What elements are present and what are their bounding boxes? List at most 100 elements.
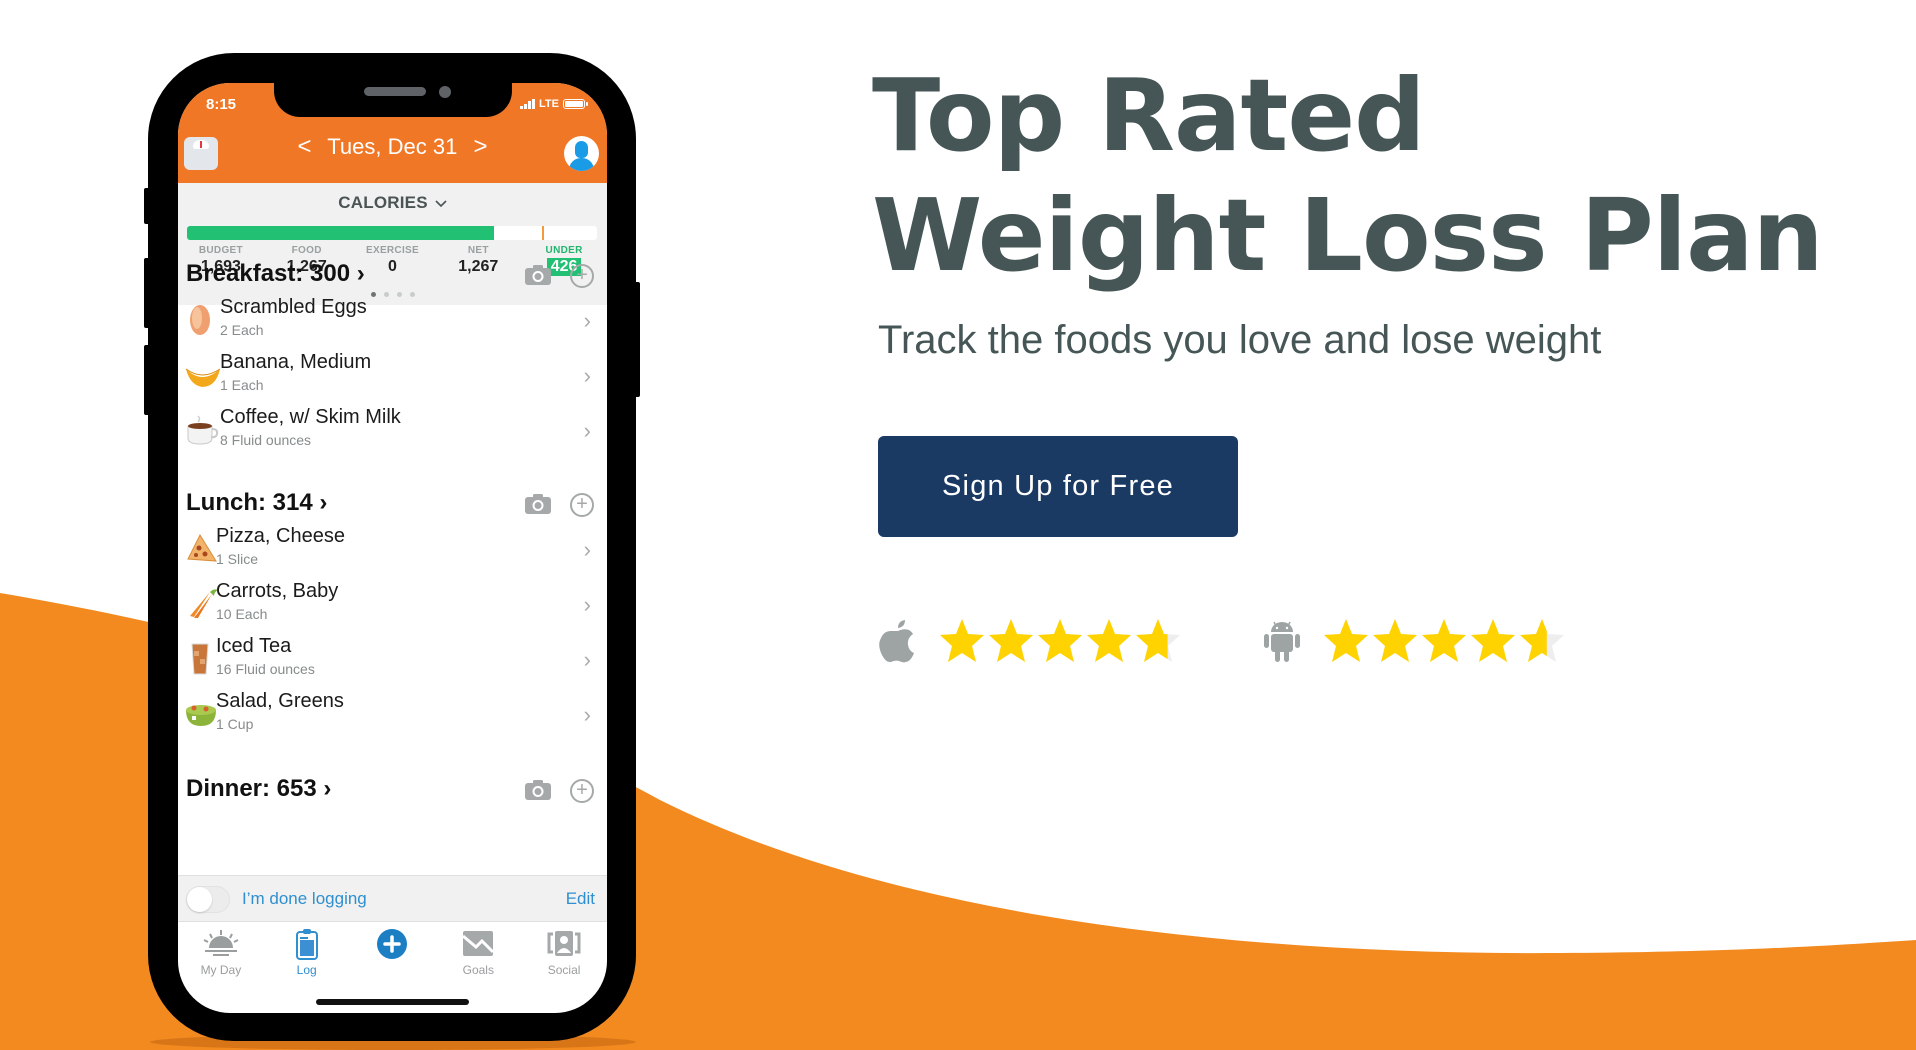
- sign-up-button[interactable]: Sign Up for Free: [878, 436, 1238, 537]
- banana-icon: [185, 368, 221, 387]
- tab-label: My Day: [200, 963, 242, 977]
- food-item[interactable]: Scrambled Eggs 2 Each ›: [178, 294, 607, 349]
- star-icon: [940, 619, 984, 662]
- tab-add[interactable]: [350, 922, 436, 992]
- add-food-icon[interactable]: +: [570, 779, 594, 803]
- camera-icon[interactable]: [524, 779, 552, 801]
- food-name: Iced Tea: [216, 635, 292, 657]
- meal-title-text: Dinner: 653: [186, 775, 317, 802]
- current-date[interactable]: Tues, Dec 31: [327, 134, 457, 159]
- chevron-right-icon: ›: [583, 537, 591, 562]
- done-logging-label[interactable]: I’m done logging: [242, 889, 367, 909]
- food-item[interactable]: Coffee, w/ Skim Milk 8 Fluid ounces ›: [178, 404, 607, 459]
- edit-button[interactable]: Edit: [566, 889, 595, 909]
- status-indicators: LTE: [520, 98, 588, 110]
- star-icon: [1471, 619, 1515, 662]
- food-item[interactable]: Pizza, Cheese 1 Slice ›: [178, 523, 607, 578]
- food-quantity: 1 Slice: [216, 551, 259, 567]
- tab-log[interactable]: Log: [264, 922, 350, 992]
- star-icon: [1324, 619, 1368, 662]
- food-quantity: 16 Fluid ounces: [216, 661, 315, 677]
- star-rating: [938, 617, 1182, 663]
- next-day-button[interactable]: >: [463, 133, 497, 161]
- camera-icon[interactable]: [524, 493, 552, 515]
- food-quantity: 10 Each: [216, 606, 268, 622]
- tab-label: Log: [296, 963, 317, 977]
- headline-line-1: Top Rated: [872, 57, 1426, 174]
- meal-title[interactable]: Dinner: 653 ›: [186, 775, 331, 803]
- food-name: Scrambled Eggs: [220, 296, 367, 318]
- star-icon: [1520, 619, 1564, 662]
- add-food-icon[interactable]: +: [570, 493, 594, 517]
- signal-icon: [520, 99, 536, 109]
- tab-social[interactable]: Social: [521, 922, 607, 992]
- meal-header-lunch[interactable]: Lunch: 314 › +: [178, 483, 607, 523]
- chevron-right-icon: ›: [583, 647, 591, 672]
- meal-header-dinner[interactable]: Dinner: 653 › +: [178, 769, 607, 809]
- meal-title[interactable]: Lunch: 314 ›: [186, 489, 327, 517]
- sunrise-icon: [203, 930, 239, 956]
- star-icon: [1373, 619, 1417, 662]
- add-food-icon[interactable]: +: [570, 264, 594, 288]
- food-quantity: 1 Each: [220, 377, 264, 393]
- star-icon: [1422, 619, 1466, 662]
- nutrient-selector[interactable]: CALORIES: [178, 193, 607, 213]
- food-item[interactable]: Iced Tea 16 Fluid ounces ›: [178, 633, 607, 688]
- avatar-icon[interactable]: [564, 136, 599, 171]
- nutrient-selector-label: CALORIES: [338, 193, 428, 212]
- tab-bar: My Day Log Goals Social: [178, 922, 607, 992]
- phone-notch: [274, 83, 512, 117]
- star-icon: [1038, 619, 1082, 662]
- food-item[interactable]: Salad, Greens 1 Cup ›: [178, 688, 607, 743]
- date-navigator: < Tues, Dec 31 >: [178, 133, 607, 161]
- subheadline: Track the foods you love and lose weight: [878, 318, 1602, 362]
- social-icon: [547, 931, 581, 956]
- camera-icon[interactable]: [524, 264, 552, 286]
- done-logging-toggle[interactable]: [186, 886, 230, 913]
- star-icon: [989, 619, 1033, 662]
- food-name: Salad, Greens: [216, 690, 344, 712]
- calorie-progress-fill: [187, 226, 494, 240]
- meal-header-breakfast[interactable]: Breakfast: 300 › +: [178, 254, 607, 294]
- phone-screen: 8:15 LTE < Tues, Dec 31 > CALORIES BUDGE…: [178, 83, 607, 1013]
- prev-day-button[interactable]: <: [288, 133, 322, 161]
- front-camera: [439, 86, 451, 98]
- food-name: Pizza, Cheese: [216, 525, 345, 547]
- apple-icon: [879, 620, 914, 663]
- meal-title[interactable]: Breakfast: 300 ›: [186, 260, 365, 288]
- status-time: 8:15: [206, 96, 237, 113]
- apple-rating: [878, 616, 1182, 664]
- chevron-right-icon: ›: [583, 308, 591, 333]
- food-name: Banana, Medium: [220, 351, 372, 373]
- page-title: Top Rated Weight Loss Plan: [872, 56, 1824, 296]
- tab-my-day[interactable]: My Day: [178, 922, 264, 992]
- tab-goals[interactable]: Goals: [435, 922, 521, 992]
- food-quantity: 2 Each: [220, 322, 264, 338]
- coffee-icon: [187, 415, 219, 445]
- headline-line-2: Weight Loss Plan: [872, 177, 1824, 294]
- battery-icon: [563, 99, 588, 109]
- phone-power-button: [634, 282, 640, 397]
- star-rating: [1322, 617, 1566, 663]
- food-name: Carrots, Baby: [216, 580, 339, 602]
- speaker-grille: [364, 87, 426, 96]
- meal-title-text: Breakfast: 300: [186, 260, 351, 287]
- clipboard-icon: [295, 929, 318, 960]
- star-icon: [1087, 619, 1131, 662]
- food-quantity: 8 Fluid ounces: [220, 432, 312, 448]
- phone-mute-switch: [144, 188, 150, 224]
- chevron-right-icon: ›: [583, 592, 591, 617]
- chevron-right-icon: ›: [356, 260, 365, 287]
- add-circle-icon: [377, 929, 408, 959]
- food-quantity: 1 Cup: [216, 716, 254, 732]
- android-rating: [1262, 616, 1566, 664]
- food-item[interactable]: Banana, Medium 1 Each ›: [178, 349, 607, 404]
- done-logging-bar: I’m done logging Edit: [178, 875, 607, 922]
- tab-label: Social: [547, 963, 581, 977]
- chevron-right-icon: ›: [323, 775, 332, 802]
- calorie-progress-bar: [187, 226, 597, 240]
- egg-icon: [190, 305, 210, 335]
- food-item[interactable]: Carrots, Baby 10 Each ›: [178, 578, 607, 633]
- budget-marker: [541, 226, 544, 240]
- phone-volume-down: [144, 345, 150, 415]
